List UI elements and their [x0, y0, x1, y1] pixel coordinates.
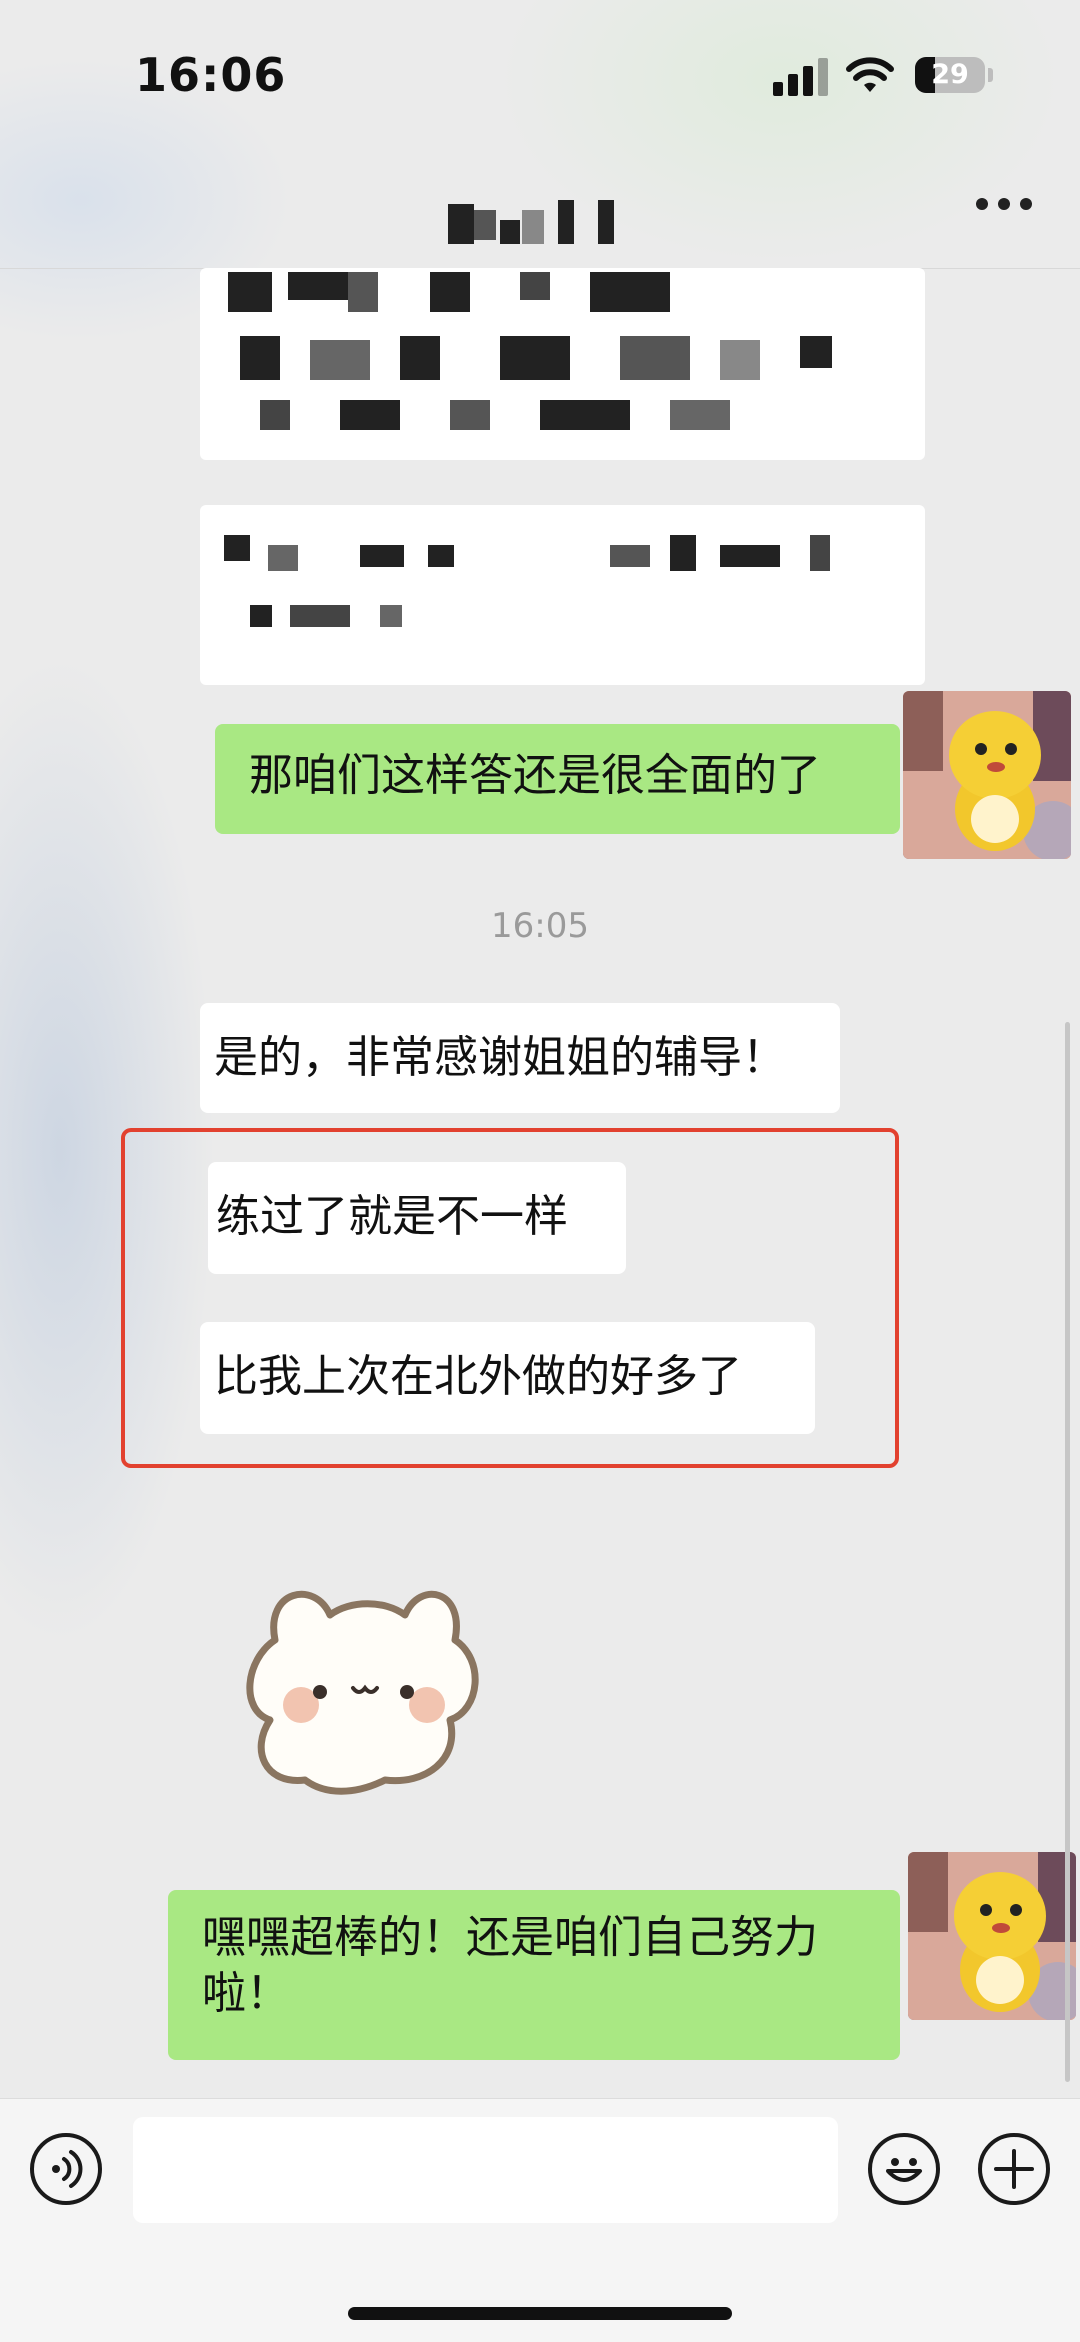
scrollbar[interactable] — [1065, 1022, 1070, 2082]
plus-icon — [994, 2149, 1034, 2189]
emoji-button[interactable] — [868, 2133, 940, 2205]
status-bar: 16:06 29 — [0, 0, 1080, 160]
status-time: 16:06 — [135, 48, 287, 102]
chat-timestamp: 16:05 — [491, 906, 589, 946]
voice-button[interactable] — [30, 2133, 102, 2205]
incoming-message-bubble[interactable]: 练过了就是不一样 — [208, 1162, 626, 1274]
battery-level: 29 — [931, 59, 969, 90]
battery-tip — [988, 68, 993, 82]
message-input[interactable] — [133, 2117, 838, 2223]
home-indicator — [348, 2307, 732, 2320]
yellow-creature-icon — [908, 1852, 1076, 2020]
bunny-sticker-icon[interactable] — [235, 1570, 485, 1800]
my-avatar[interactable] — [903, 691, 1071, 859]
outgoing-message-bubble[interactable]: 那咱们这样答还是很全面的了 — [215, 724, 900, 834]
wifi-icon — [846, 57, 894, 92]
signal-icon — [773, 58, 831, 96]
input-bar — [0, 2098, 1080, 2342]
incoming-message-bubble[interactable]: 是的，非常感谢姐姐的辅导！ — [200, 1003, 840, 1113]
voice-icon — [52, 2150, 83, 2188]
redacted-title — [448, 200, 614, 244]
emoji-icon — [886, 2158, 922, 2182]
yellow-creature-icon — [903, 691, 1071, 859]
outgoing-message-bubble[interactable]: 嘿嘿超棒的！还是咱们自己努力啦！ — [168, 1890, 900, 2060]
more-options-icon[interactable] — [976, 198, 1032, 212]
my-avatar[interactable] — [908, 1852, 1076, 2020]
redacted-message-1 — [200, 268, 925, 460]
incoming-message-bubble[interactable]: 比我上次在北外做的好多了 — [200, 1322, 815, 1434]
chat-header — [0, 160, 1080, 269]
plus-button[interactable] — [978, 2133, 1050, 2205]
battery-icon: 29 — [915, 57, 985, 93]
redacted-message-2 — [200, 505, 925, 685]
